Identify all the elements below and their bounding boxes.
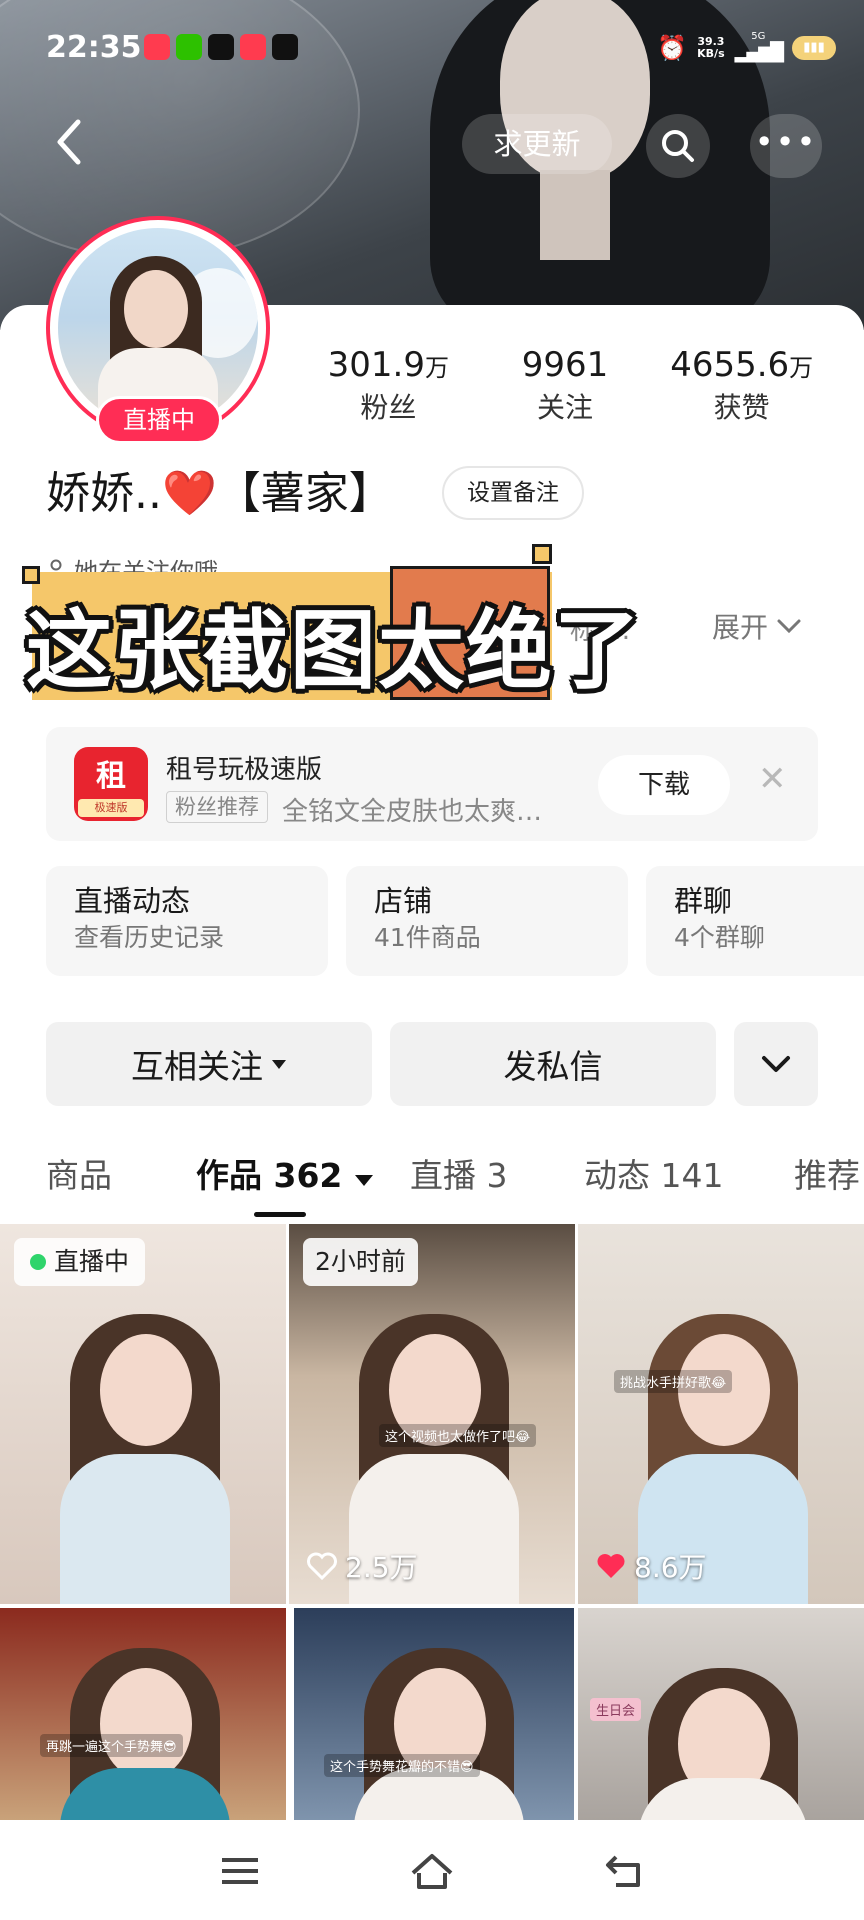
stat-following[interactable]: 9961 关注 [477, 345, 654, 428]
system-navigation-bar [0, 1820, 864, 1920]
stat-likes[interactable]: 4655.6万 获赞 [653, 345, 830, 428]
more-button[interactable]: ••• [750, 114, 822, 178]
tab-recommend[interactable]: 推荐 [794, 1148, 860, 1204]
tab-live[interactable]: 直播 3 [410, 1148, 508, 1204]
stat-followers[interactable]: 301.9万 粉丝 [300, 345, 477, 428]
heart-outline-icon [307, 1552, 337, 1580]
caret-down-icon [272, 1060, 286, 1069]
live-dot-icon [30, 1254, 46, 1270]
douyin-icon [208, 34, 234, 60]
profile-nickname: 娇娇..❤️【薯家】 [46, 468, 393, 519]
app-notification-icon [144, 34, 170, 60]
request-update-button[interactable]: 求更新 [462, 114, 612, 174]
search-button[interactable] [646, 114, 710, 178]
profile-stats: 301.9万 粉丝 9961 关注 4655.6万 获赞 [300, 345, 830, 428]
tab-works[interactable]: 作品 362 [196, 1148, 374, 1204]
net-speed: 39.3 KB/s [697, 34, 725, 60]
live-badge[interactable]: 直播中 [96, 396, 222, 444]
feature-shop[interactable]: 店铺 41件商品 [346, 866, 628, 976]
like-count: 2.5万 [307, 1546, 418, 1586]
status-right: ⏰ 39.3 KB/s 5G ▂▄▆█ ▮▮▮ [657, 32, 836, 63]
ad-title: 租号玩极速版 [166, 755, 323, 785]
time-badge: 2小时前 [303, 1238, 418, 1286]
app-notification-icon [240, 34, 266, 60]
chevron-down-icon [762, 1056, 790, 1072]
caret-down-icon [354, 1175, 373, 1186]
video-thumbnail[interactable]: 生日会 [578, 1608, 864, 1820]
video-caption: 再跳一遍这个手势舞😎 [40, 1734, 183, 1757]
more-actions-button[interactable] [734, 1022, 818, 1106]
heart-filled-icon [597, 1554, 625, 1578]
chevron-left-icon [57, 119, 81, 165]
close-icon[interactable]: ✕ [758, 759, 787, 799]
home-icon [411, 1854, 453, 1889]
video-caption: 这个视频也太做作了吧😂 [379, 1424, 537, 1447]
battery-icon: ▮▮▮ [792, 35, 836, 60]
active-tab-indicator [254, 1212, 306, 1217]
video-thumbnail[interactable]: 再跳一遍这个手势舞😎 [0, 1608, 286, 1820]
signal-icon: 5G ▂▄▆█ [734, 31, 784, 64]
video-thumbnail[interactable]: 直播中 [0, 1224, 286, 1604]
more-dots-icon: ••• [754, 123, 818, 161]
back-button[interactable] [52, 118, 96, 174]
set-remark-button[interactable]: 设置备注 [442, 466, 584, 520]
tab-products[interactable]: 商品 [46, 1148, 112, 1204]
ad-download-button[interactable]: 下载 [598, 755, 730, 815]
home-button[interactable] [402, 1846, 462, 1896]
menu-button[interactable] [210, 1846, 270, 1896]
tab-posts[interactable]: 动态 141 [584, 1148, 723, 1204]
mutual-follow-button[interactable]: 互相关注 [46, 1022, 372, 1106]
like-count: 8.6万 [596, 1546, 707, 1586]
back-nav-button[interactable] [594, 1846, 654, 1896]
video-thumbnail[interactable]: 2小时前 这个视频也太做作了吧😂 2.5万 [289, 1224, 575, 1604]
status-notification-icons [144, 34, 298, 60]
chevron-down-icon [777, 619, 801, 634]
ad-description: 全铭文全皮肤也太爽… [282, 797, 543, 827]
ad-tag: 粉丝推荐 [166, 791, 268, 823]
feature-live-history[interactable]: 直播动态 查看历史记录 [46, 866, 328, 976]
video-caption: 生日会 [590, 1698, 642, 1721]
app-logo-icon: 租 极速版 [74, 747, 148, 821]
alarm-icon: ⏰ [657, 33, 688, 62]
search-icon [662, 130, 694, 162]
feature-group-chat[interactable]: 群聊 4个群聊 [646, 866, 864, 976]
content-tabs: 商品 作品 362 直播 3 动态 141 推荐 [0, 1148, 864, 1218]
overlay-caption-sticker: 这张截图太绝了 [22, 544, 670, 706]
back-arrow-icon [606, 1855, 640, 1887]
menu-icon [222, 1858, 258, 1884]
live-badge: 直播中 [14, 1238, 146, 1286]
expand-bio-button[interactable]: 展开 [712, 606, 802, 646]
overlay-caption-text: 这张截图太绝了 [26, 601, 642, 701]
video-thumbnail[interactable]: 挑战水手拼好歌😂 8.6万 [578, 1224, 864, 1604]
banner-neck [540, 170, 610, 260]
video-thumbnail[interactable]: 这个手势舞花瓣的不错😎 [294, 1608, 574, 1820]
douyin-icon [272, 34, 298, 60]
send-message-button[interactable]: 发私信 [390, 1022, 716, 1106]
video-caption: 挑战水手拼好歌😂 [614, 1370, 733, 1393]
wechat-icon [176, 34, 202, 60]
ad-card[interactable]: 租 极速版 租号玩极速版 粉丝推荐 全铭文全皮肤也太爽… 下载 ✕ [46, 727, 818, 841]
status-time: 22:35 [46, 30, 142, 65]
video-caption: 这个手势舞花瓣的不错😎 [324, 1754, 480, 1777]
